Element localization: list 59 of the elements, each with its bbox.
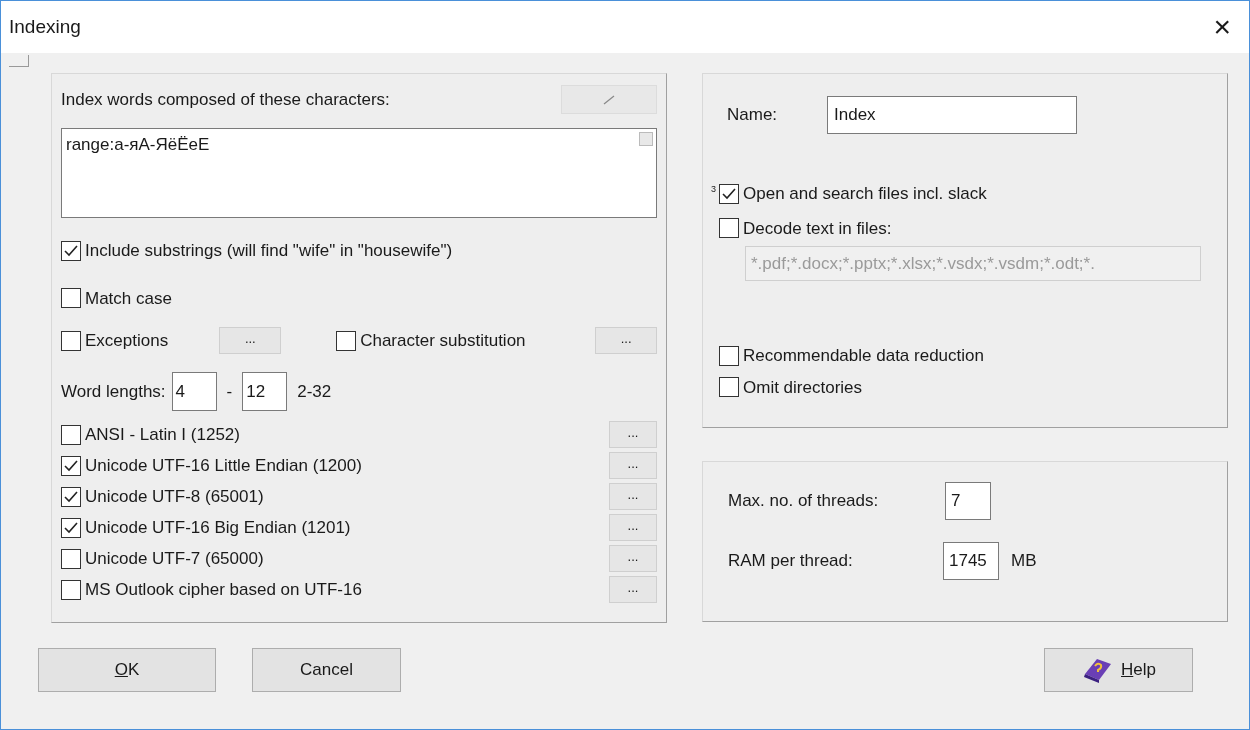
checkbox-label: ANSI - Latin I (1252) [85, 423, 240, 446]
min-length-field[interactable]: 4 [171, 372, 217, 411]
characters-value: range:а-яА-ЯёЁеЕ [66, 134, 210, 156]
ellipsis-button[interactable]: ... [609, 545, 657, 572]
footnote-marker: 3 [711, 183, 717, 196]
checkbox-label: Open and search files incl. slack [743, 183, 987, 205]
max-length-field[interactable]: 12 [242, 372, 288, 411]
checkbox[interactable] [61, 455, 81, 476]
ellipsis-button[interactable]: ... [609, 452, 657, 479]
help-book-icon [1081, 656, 1113, 684]
threads-field[interactable]: 7 [945, 482, 991, 520]
ram-label: RAM per thread: [728, 550, 854, 573]
window-title: Indexing [9, 14, 81, 39]
corner-grip-icon [9, 55, 29, 67]
checkbox-label: Exceptions [85, 329, 169, 352]
name-field[interactable]: Index [827, 96, 1077, 134]
length-range-text: 2-32 [297, 380, 332, 403]
close-button[interactable]: × [1213, 12, 1231, 42]
checkbox[interactable] [61, 424, 81, 445]
checkbox[interactable] [719, 345, 739, 366]
checkbox-label: Match case [85, 287, 172, 310]
checkbox-label: Unicode UTF-8 (65001) [85, 485, 264, 508]
unit-text: MB [1011, 550, 1037, 573]
characters-field[interactable]: range:а-яА-ЯёЁеЕ [61, 128, 657, 218]
checkbox[interactable] [61, 548, 81, 569]
checkbox-label: Character substitution [360, 329, 526, 352]
dash-text: - [225, 380, 234, 403]
help-button[interactable]: Help [1044, 648, 1193, 692]
ellipsis-button[interactable]: ... [219, 327, 282, 354]
checkbox-label: MS Outlook cipher based on UTF-16 [85, 578, 362, 601]
checkbox[interactable] [61, 517, 81, 538]
checkbox[interactable] [336, 330, 357, 351]
checkbox[interactable] [61, 288, 81, 309]
resize-grip-icon [639, 132, 653, 146]
ram-field[interactable]: 1745 [943, 542, 999, 580]
checkbox-label: Unicode UTF-16 Big Endian (1201) [85, 516, 351, 539]
checkbox[interactable] [719, 377, 739, 398]
name-label: Name: [727, 104, 779, 127]
checkbox[interactable] [61, 486, 81, 507]
ellipsis-button[interactable]: ... [609, 514, 657, 541]
characters-label: Index words composed of these characters: [61, 88, 390, 111]
checkbox-label: Decode text in files: [743, 217, 892, 240]
checkbox[interactable] [61, 330, 81, 351]
cancel-button[interactable]: Cancel [252, 648, 401, 692]
ellipsis-button[interactable]: ... [609, 576, 657, 603]
ellipsis-button[interactable]: ... [609, 483, 657, 510]
threads-label: Max. no. of threads: [728, 490, 880, 513]
checkbox-label: Unicode UTF-7 (65000) [85, 547, 264, 570]
checkbox[interactable] [61, 579, 81, 600]
ok-button[interactable]: OK [38, 648, 216, 692]
checkbox[interactable] [719, 183, 739, 204]
checkbox-label: Unicode UTF-16 Little Endian (1200) [85, 454, 362, 477]
checkbox-label: Include substrings (will find "wife" in "housewife") [85, 240, 453, 262]
ellipsis-button[interactable]: ... [609, 421, 657, 448]
checkbox[interactable] [61, 240, 81, 261]
checkbox-label: Omit directories [743, 376, 863, 399]
word-lengths-label: Word lengths: [61, 380, 166, 403]
checkbox-label: Recommendable data reduction [743, 345, 984, 367]
ellipsis-button[interactable]: ... [595, 327, 657, 354]
